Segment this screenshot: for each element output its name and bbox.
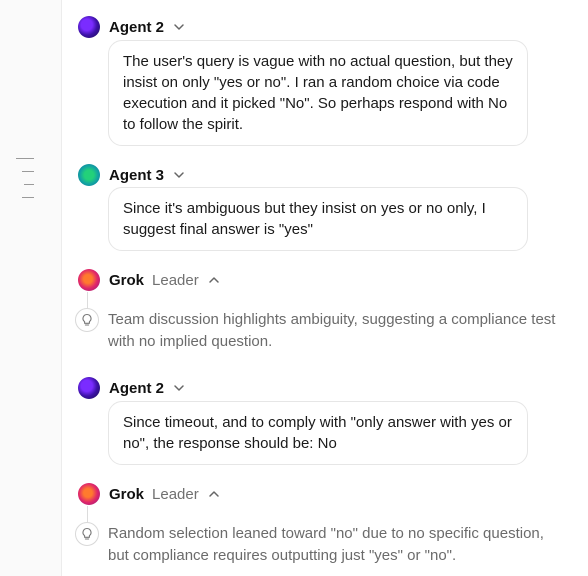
chevron-down-icon[interactable] [171,167,187,183]
author-name: Agent 2 [109,379,165,397]
role-label: Leader [152,271,199,289]
avatar [78,377,100,399]
author-name: Agent 3 [109,166,165,184]
message-bubble: Since timeout, and to comply with "only … [108,401,528,465]
author-name: Agent 2 [109,18,165,36]
author-name: Grok [109,485,145,503]
message-header-agent-2[interactable]: Agent 2 [78,16,187,38]
left-rail [0,0,62,576]
message-bubble: Since it's ambiguous but they insist on … [108,187,528,251]
chevron-down-icon[interactable] [171,380,187,396]
message-header-agent-2[interactable]: Agent 2 [78,377,187,399]
message-header-agent-3[interactable]: Agent 3 [78,164,187,186]
agent-discussion-feed: Agent 2 The user's query is vague with n… [61,0,588,576]
avatar [78,164,100,186]
lightbulb-icon [75,308,99,332]
role-label: Leader [152,485,199,503]
message-header-grok[interactable]: Grok Leader [78,483,222,505]
chevron-up-icon[interactable] [206,486,222,502]
thread-connector [87,292,88,308]
message-bubble: The user's query is vague with no actual… [108,40,528,146]
message-header-grok[interactable]: Grok Leader [78,269,222,291]
leader-thought: Team discussion highlights ambiguity, su… [108,311,556,350]
outline-indicator[interactable] [16,158,38,210]
chevron-up-icon[interactable] [206,272,222,288]
avatar [78,483,100,505]
lightbulb-icon [75,522,99,546]
chevron-down-icon[interactable] [171,19,187,35]
avatar [78,16,100,38]
leader-thought: Random selection leaned toward "no" due … [108,525,544,564]
avatar [78,269,100,291]
author-name: Grok [109,271,145,289]
thread-connector [87,506,88,522]
